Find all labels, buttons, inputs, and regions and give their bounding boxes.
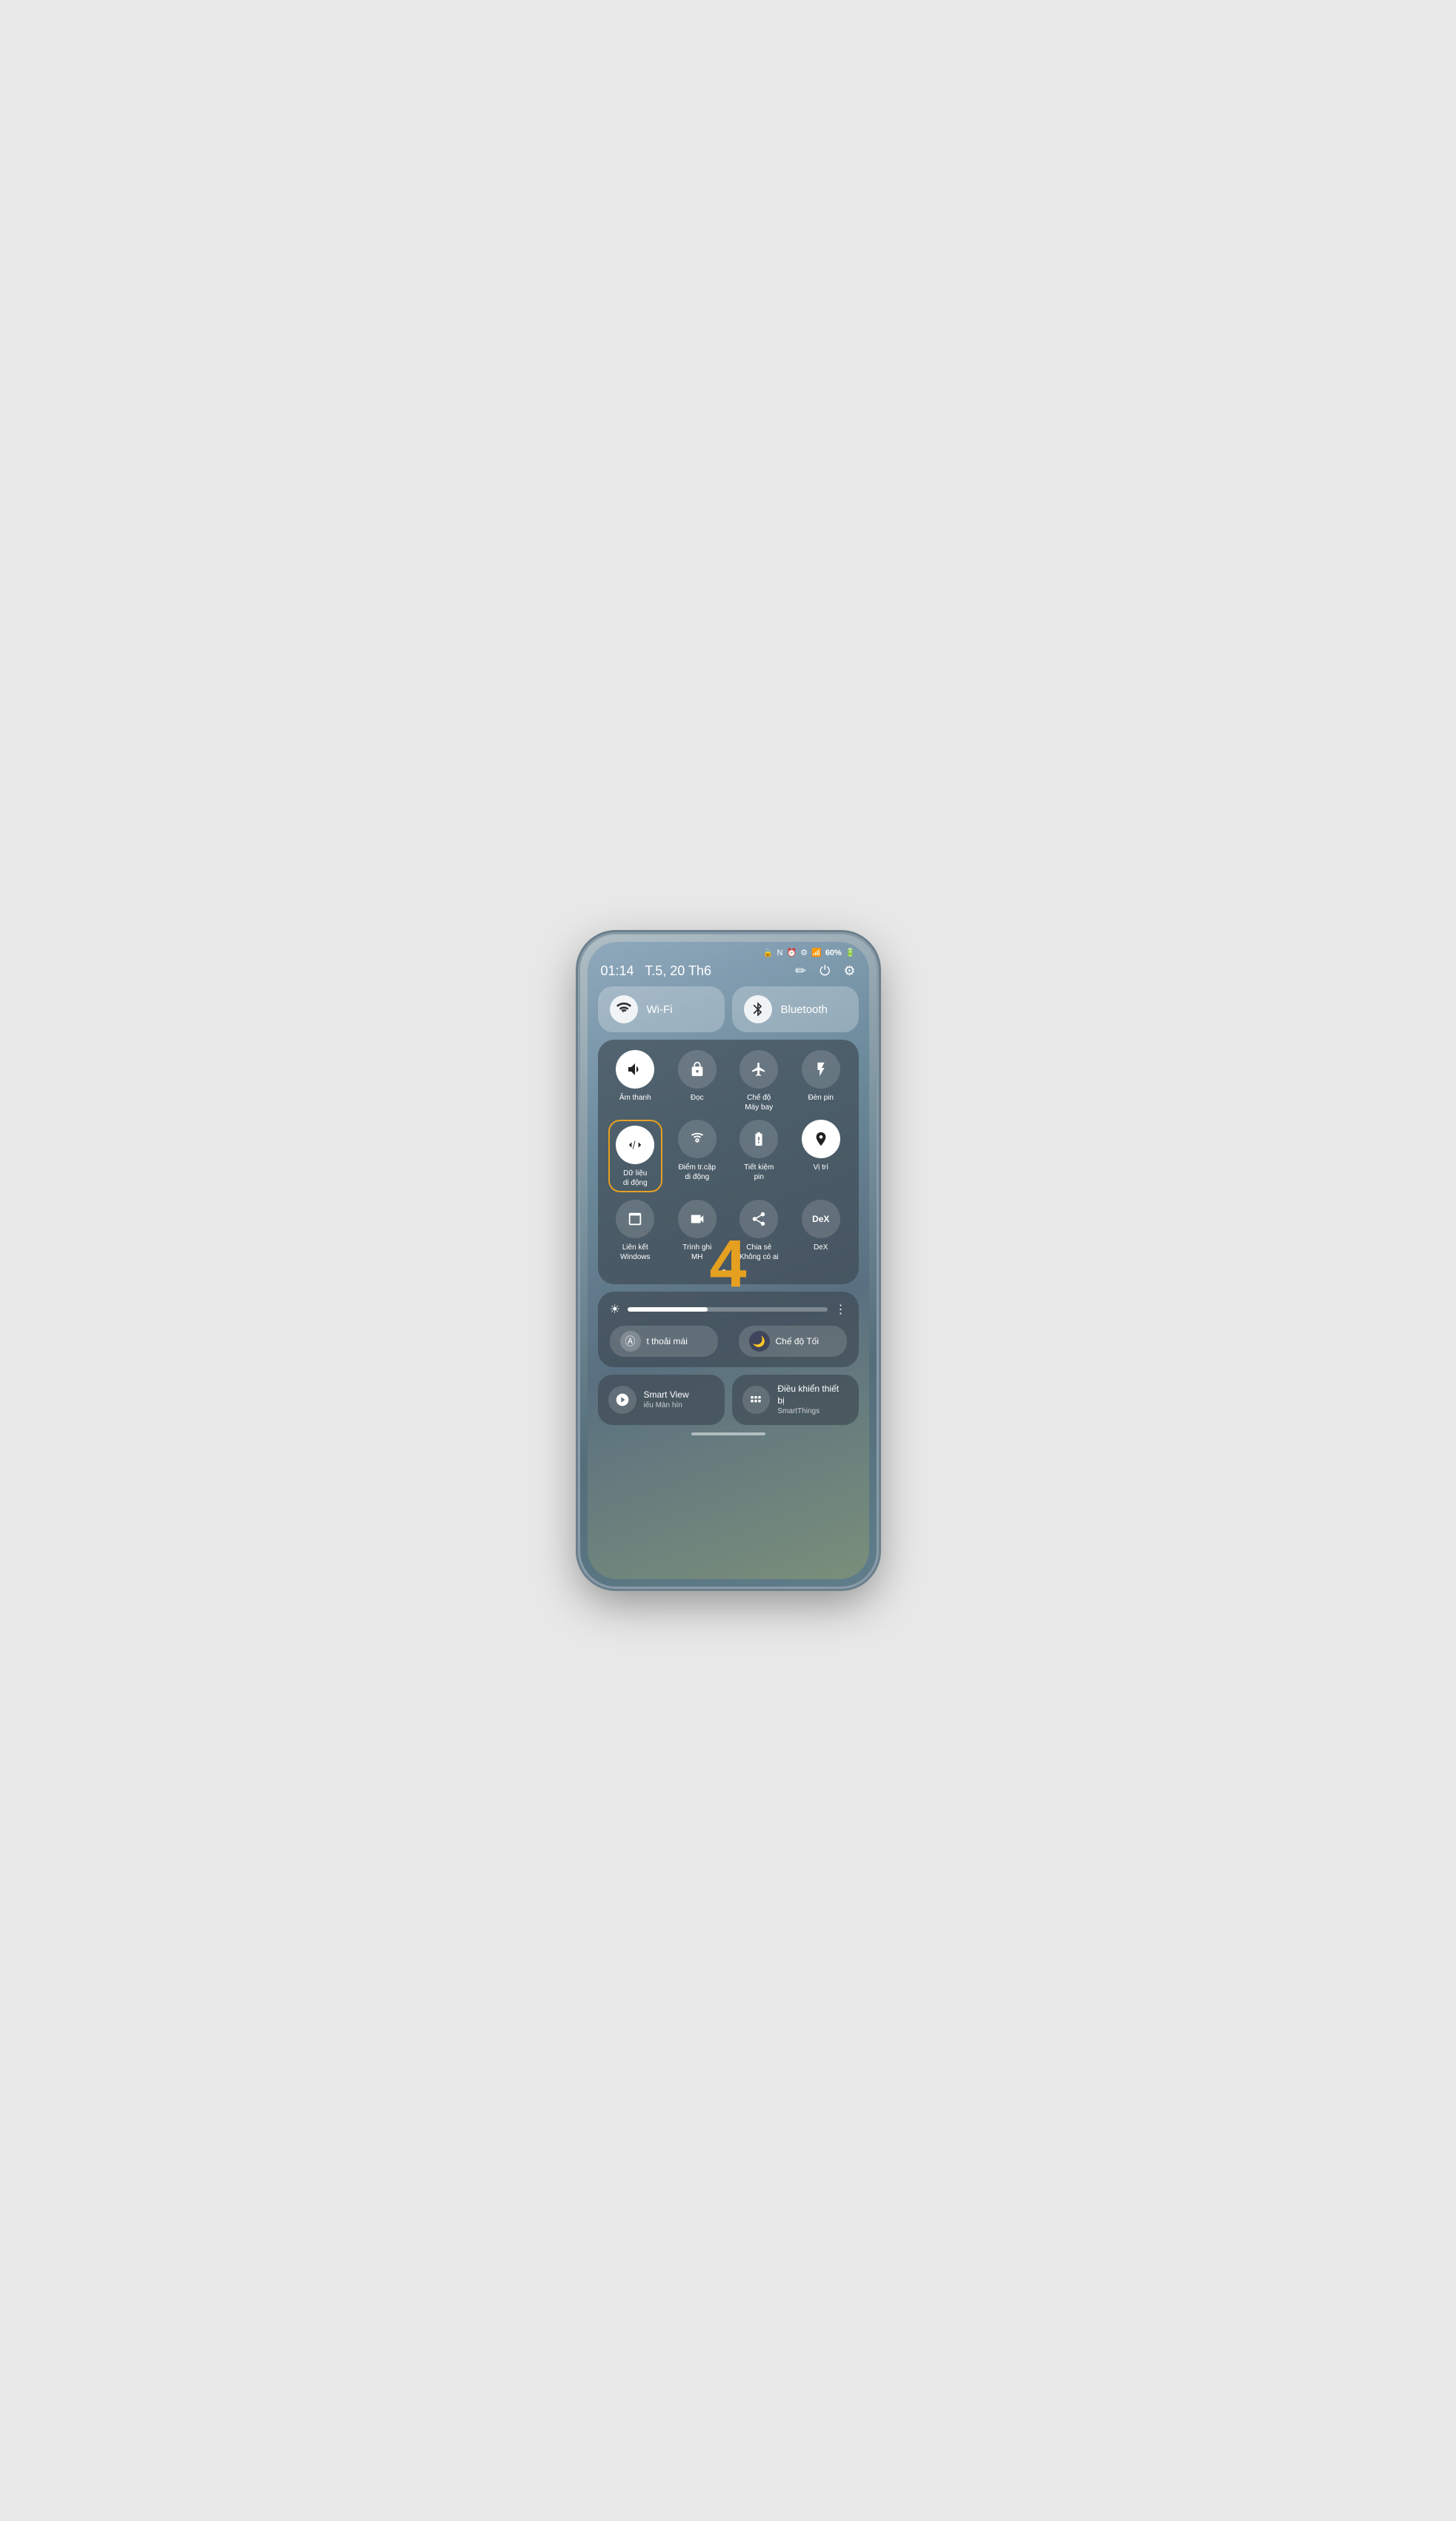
tile-data[interactable]: Dữ liệudi động xyxy=(608,1120,663,1192)
home-bar-line[interactable] xyxy=(691,1432,765,1435)
brightness-fill xyxy=(628,1307,708,1312)
airplane-icon xyxy=(739,1050,778,1089)
bluetooth-icon xyxy=(744,995,772,1023)
dex-icon: DeX xyxy=(802,1200,840,1238)
tile-hotspot[interactable]: Điểm tr.cậpdi động xyxy=(670,1120,725,1192)
smart-view-button[interactable]: Smart View iếu Màn hìn xyxy=(598,1375,725,1425)
bluetooth-label: Bluetooth xyxy=(781,1003,828,1016)
dark-mode-toggle[interactable]: 🌙 Chế độ Tối xyxy=(739,1326,847,1357)
smart-view-text: Smart View iếu Màn hìn xyxy=(644,1389,689,1411)
date: T.5, 20 Th6 xyxy=(645,963,711,978)
alarm-icon: ⏰ xyxy=(786,948,797,957)
share-label: Chia sẻKhông có ai xyxy=(739,1243,779,1262)
link-windows-icon xyxy=(616,1200,654,1238)
bluetooth-toggle[interactable]: Bluetooth xyxy=(732,986,859,1032)
extra-toggles-row: Ⓐ t thoải mái 🌙 Chế độ Tối xyxy=(610,1326,847,1357)
location-label: Vị trí xyxy=(813,1163,828,1172)
sound-label: Âm thanh xyxy=(619,1093,651,1103)
time-date: 01:14 T.5, 20 Th6 xyxy=(601,963,711,979)
smart-things-text: Điều khiển thiết bị SmartThings xyxy=(777,1384,848,1416)
edit-icon[interactable]: ✏ xyxy=(795,963,806,979)
tile-sound[interactable]: Âm thanh xyxy=(608,1050,663,1112)
screen-record-icon xyxy=(678,1200,717,1238)
header-row: 01:14 T.5, 20 Th6 ✏ ⏻ ⚙ xyxy=(588,960,869,986)
battery-icon: 🔋 xyxy=(845,948,856,957)
tile-screen-record[interactable]: Trình ghiMH xyxy=(670,1200,725,1262)
smart-things-label: Điều khiển thiết bị xyxy=(777,1384,848,1406)
screen-record-label: Trình ghiMH xyxy=(682,1243,711,1262)
brightness-low-icon: ☀ xyxy=(610,1302,620,1317)
hotspot-icon xyxy=(678,1120,717,1158)
nfc-icon: 🔒 xyxy=(763,948,774,957)
smart-view-label: Smart View xyxy=(644,1389,689,1401)
tiles-panel: Âm thanh Đọc xyxy=(598,1040,859,1284)
tile-dex[interactable]: DeX DeX xyxy=(794,1200,848,1262)
adaptive-icon: Ⓐ xyxy=(620,1331,641,1352)
status-bar: 🔒 N ⏰ ⚙ 📶 60% 🔋 xyxy=(588,942,869,960)
tiles-grid-row2: Dữ liệudi động Điểm tr.cậpdi động xyxy=(608,1120,848,1192)
link-windows-label: Liên kếtWindows xyxy=(620,1243,651,1262)
torch-icon xyxy=(802,1050,840,1089)
data-label: Dữ liệudi động xyxy=(623,1169,648,1188)
brightness-menu-icon[interactable]: ⋮ xyxy=(835,1302,847,1317)
hotspot-label: Điểm tr.cậpdi động xyxy=(678,1163,716,1182)
tile-location[interactable]: Vị trí xyxy=(794,1120,848,1192)
tile-share[interactable]: Chia sẻKhông có ai xyxy=(732,1200,787,1262)
smart-things-button[interactable]: Điều khiển thiết bị SmartThings xyxy=(732,1375,859,1425)
location-icon xyxy=(802,1120,840,1158)
dark-mode-icon: 🌙 xyxy=(749,1331,770,1352)
doc-label: Đọc xyxy=(691,1093,704,1103)
wifi-toggle[interactable]: Wi-Fi xyxy=(598,986,725,1032)
brightness-bar[interactable] xyxy=(628,1307,828,1312)
dot-2 xyxy=(731,1269,735,1274)
doc-icon xyxy=(678,1050,717,1089)
smart-view-icon xyxy=(608,1386,636,1414)
smart-things-sublabel: SmartThings xyxy=(777,1406,848,1416)
screen: 🔒 N ⏰ ⚙ 📶 60% 🔋 01:14 T.5, 20 Th6 ✏ xyxy=(588,942,869,1579)
battery-text: 60% xyxy=(825,949,842,957)
tile-torch[interactable]: Đèn pin xyxy=(794,1050,848,1112)
adaptive-toggle[interactable]: Ⓐ t thoải mái xyxy=(610,1326,718,1357)
sound-icon xyxy=(616,1050,654,1089)
brightness-panel: ☀ ⋮ Ⓐ t thoải mái 🌙 Chế độ Tối xyxy=(598,1292,859,1367)
tiles-grid-row1: Âm thanh Đọc xyxy=(608,1050,848,1112)
wifi-icon xyxy=(610,995,638,1023)
header-actions: ✏ ⏻ ⚙ xyxy=(795,963,855,979)
tile-battery-save[interactable]: Tiết kiệmpin xyxy=(732,1120,787,1192)
data-icon xyxy=(616,1126,654,1164)
tile-link-windows[interactable]: Liên kếtWindows xyxy=(608,1200,663,1262)
brightness-row: ☀ ⋮ xyxy=(610,1302,847,1317)
nfc-n-icon: N xyxy=(777,949,783,957)
dot-1 xyxy=(722,1269,726,1274)
status-icons: 🔒 N ⏰ ⚙ 📶 60% 🔋 xyxy=(763,948,856,957)
home-bar xyxy=(588,1425,869,1441)
tile-airplane[interactable]: Chế độMáy bay xyxy=(732,1050,787,1112)
phone-frame: 🔒 N ⏰ ⚙ 📶 60% 🔋 01:14 T.5, 20 Th6 ✏ xyxy=(580,934,877,1587)
pagination-dots xyxy=(608,1269,848,1274)
bottom-buttons: Smart View iếu Màn hìn Điều khiển thiết … xyxy=(588,1367,869,1425)
airplane-label: Chế độMáy bay xyxy=(745,1093,773,1112)
wifi-label: Wi-Fi xyxy=(647,1003,673,1016)
dex-label: DeX xyxy=(814,1243,828,1252)
time: 01:14 xyxy=(601,963,634,978)
phone-wrapper: 🔒 N ⏰ ⚙ 📶 60% 🔋 01:14 T.5, 20 Th6 ✏ xyxy=(573,923,884,1598)
dark-mode-label: Chế độ Tối xyxy=(776,1336,819,1346)
share-icon xyxy=(739,1200,778,1238)
signal-icon: 📶 xyxy=(811,948,822,957)
settings-icon[interactable]: ⚙ xyxy=(843,963,855,979)
sync-icon: ⚙ xyxy=(800,948,808,957)
smart-things-icon xyxy=(742,1386,771,1414)
tile-doc[interactable]: Đọc xyxy=(670,1050,725,1112)
adaptive-label: t thoải mái xyxy=(647,1336,688,1346)
top-toggles: Wi-Fi Bluetooth xyxy=(588,986,869,1032)
power-icon[interactable]: ⏻ xyxy=(820,963,830,979)
battery-save-label: Tiết kiệmpin xyxy=(744,1163,774,1182)
battery-save-icon xyxy=(739,1120,778,1158)
torch-label: Đèn pin xyxy=(808,1093,834,1103)
smart-view-sublabel: iếu Màn hìn xyxy=(644,1401,689,1410)
tiles-grid-row3: Liên kếtWindows Trình ghiMH xyxy=(608,1200,848,1262)
